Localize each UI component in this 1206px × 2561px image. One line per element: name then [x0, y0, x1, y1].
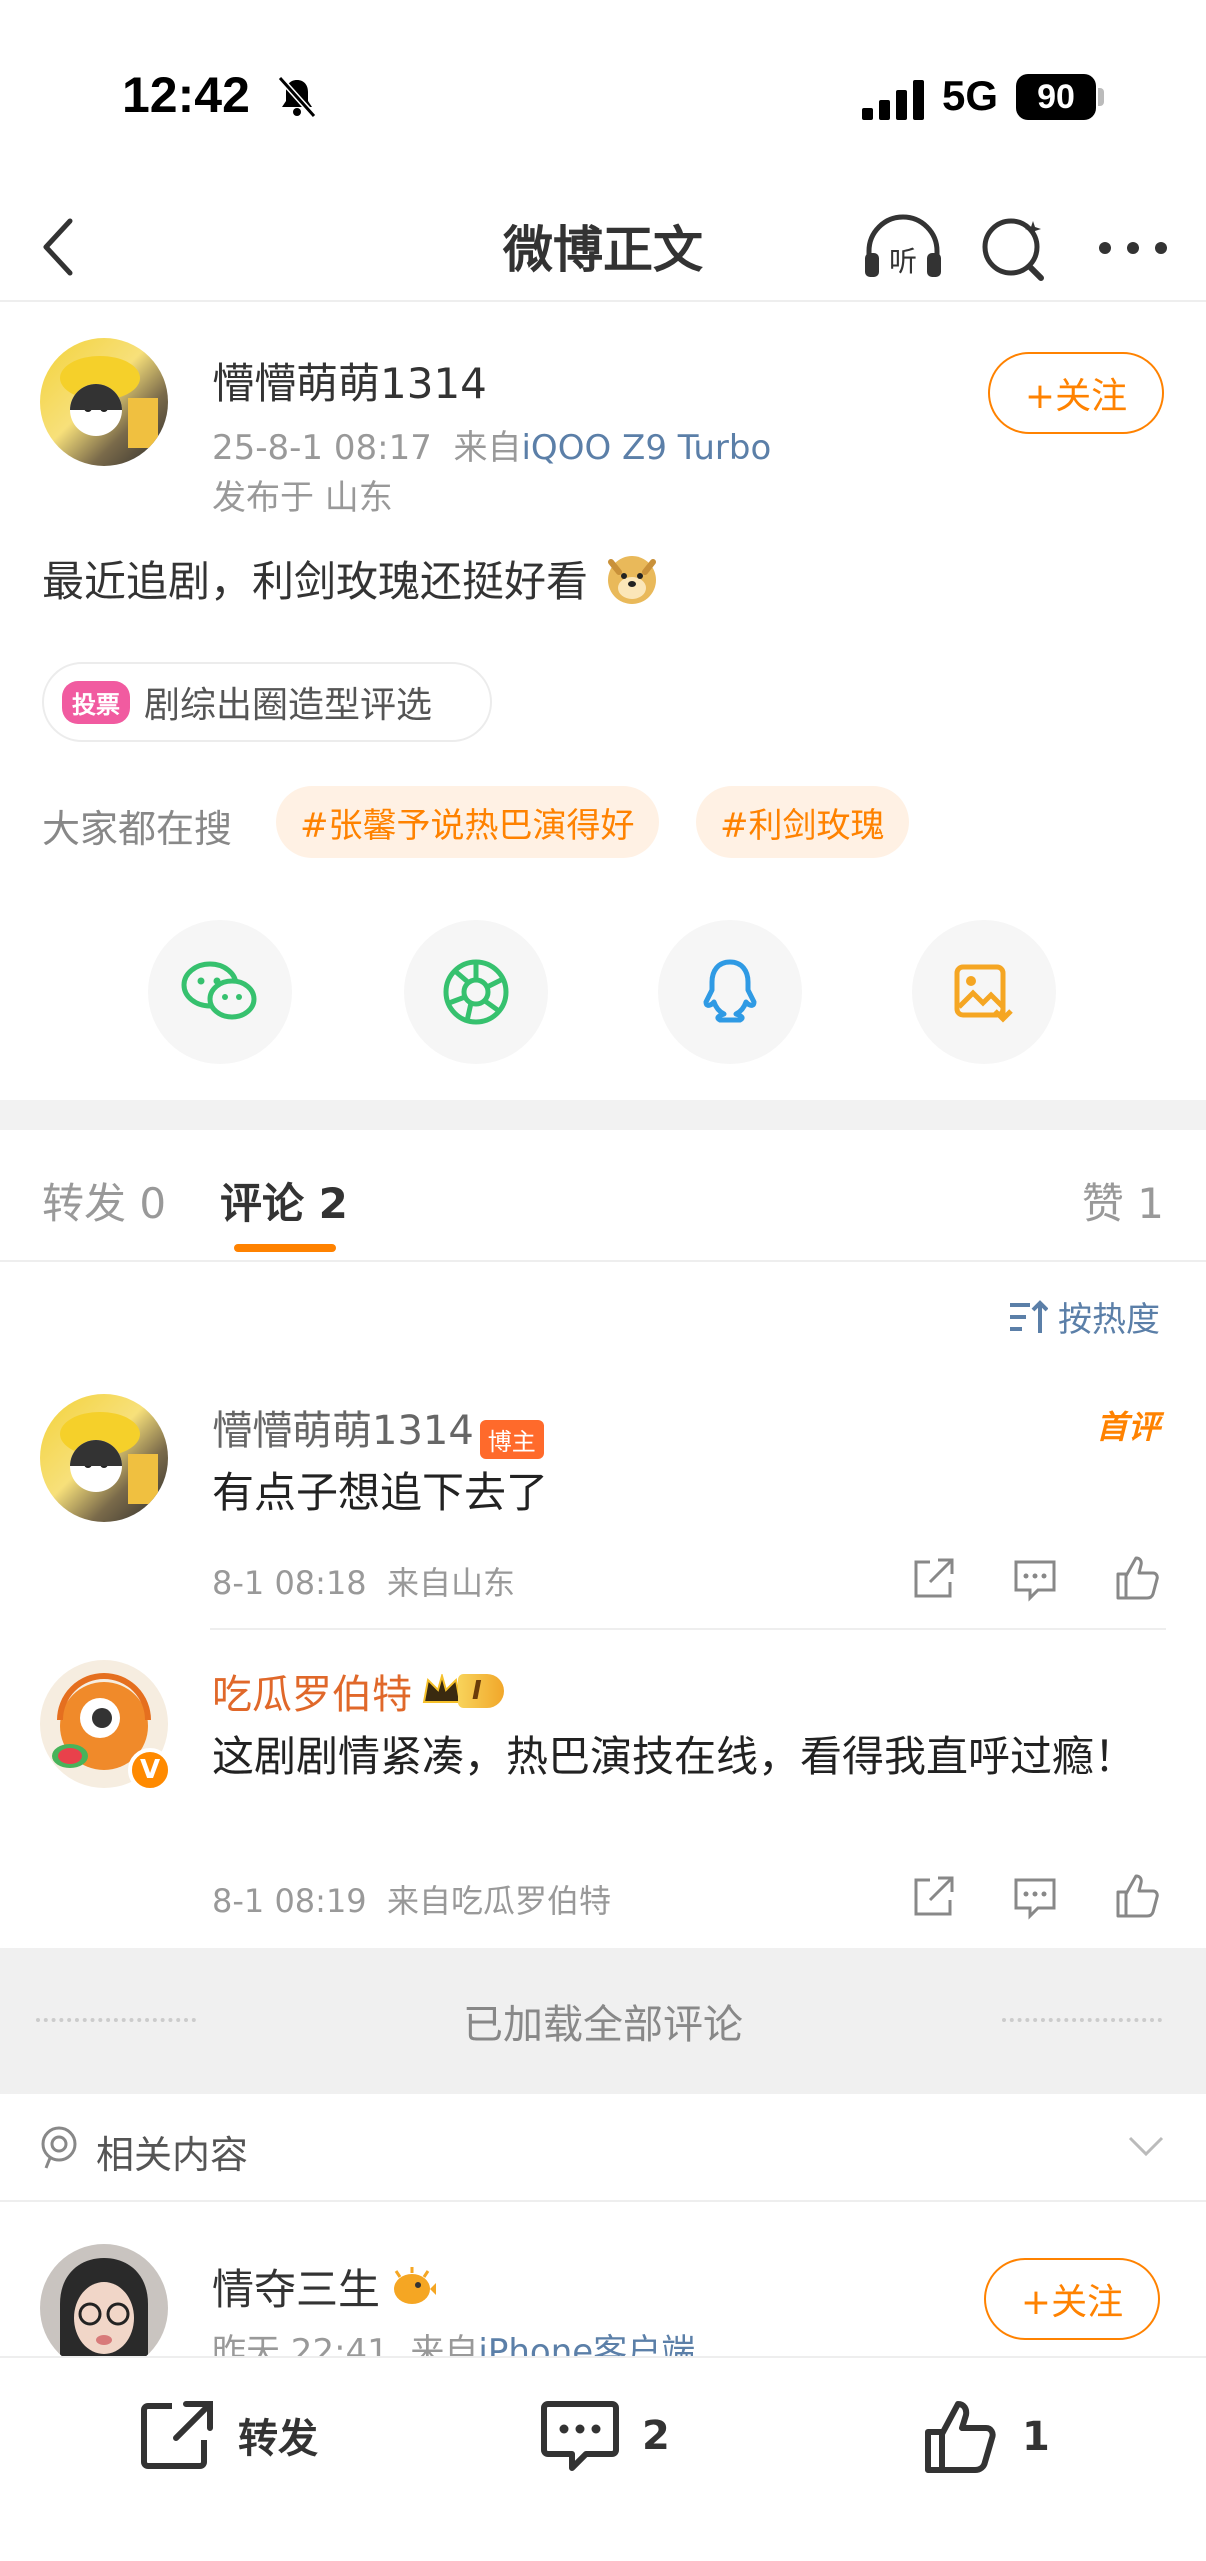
tab-likes[interactable]: 赞 1: [1082, 1170, 1164, 1231]
nav-bar: 微博正文 听: [0, 190, 1206, 302]
dotted-line-right: [1002, 2018, 1162, 2022]
listen-icon[interactable]: 听: [860, 210, 946, 286]
post-text: 最近追剧，利剑玫瑰还挺好看: [42, 548, 659, 609]
post-source-prefix: 来自: [453, 428, 522, 468]
trending-tag[interactable]: #利剑玫瑰: [696, 786, 909, 858]
share-moments-button[interactable]: [404, 920, 548, 1064]
comment-text: 这剧剧情紧凑，热巴演技在线，看得我直呼过瘾！: [212, 1732, 1137, 1781]
comment-author[interactable]: 吃瓜罗伯特: [212, 1662, 412, 1720]
comment-header: 懵懵萌萌1314 博主: [212, 1398, 544, 1459]
related-author-avatar[interactable]: [40, 2244, 168, 2372]
first-comment-badge: 首评: [1095, 1408, 1160, 1446]
related-label: 相关内容: [96, 2133, 249, 2177]
share-wechat-button[interactable]: [148, 920, 292, 1064]
comment-meta: 8-1 08:18 来自山东: [212, 1564, 516, 1602]
battery-icon: 90: [1016, 74, 1096, 120]
follow-button[interactable]: +关注: [988, 352, 1164, 434]
sort-button[interactable]: 按热度: [1008, 1292, 1160, 1341]
level-label: I: [458, 1674, 504, 1708]
vote-badge: 投票: [62, 680, 130, 724]
crown-icon: [422, 1674, 462, 1703]
status-time: 12:42: [122, 67, 250, 123]
vote-title: 剧综出圈造型评选: [144, 685, 433, 726]
post-location: 发布于 山东: [212, 478, 393, 518]
location-pin-icon: [41, 2126, 77, 2169]
like-count-button[interactable]: 1: [922, 2398, 1050, 2476]
sort-label: 按热度: [1058, 1300, 1160, 1340]
qq-icon: [703, 959, 757, 1023]
post-text-body: 最近追剧，利剑玫瑰还挺好看: [42, 557, 589, 606]
vote-chip[interactable]: 投票 剧综出圈造型评选: [42, 662, 492, 742]
repost-button[interactable]: 转发: [138, 2398, 318, 2472]
dotted-line-left: [36, 2018, 196, 2022]
search-icon[interactable]: [976, 210, 1052, 286]
network-type: 5G: [942, 72, 999, 119]
comment-header: 吃瓜罗伯特 I: [212, 1662, 504, 1720]
related-content-header[interactable]: 相关内容: [0, 2094, 1206, 2202]
crown-level-badge: I: [422, 1674, 504, 1708]
bell-muted-icon: [277, 75, 317, 119]
related-author-name[interactable]: 情夺三生: [212, 2256, 380, 2317]
tabs-border: [0, 1260, 1206, 1262]
trending-search-label: 大家都在搜: [42, 807, 233, 851]
comment-icon[interactable]: [1010, 1872, 1060, 1922]
share-icon[interactable]: [908, 1872, 958, 1922]
sort-icon: [1010, 1299, 1048, 1333]
save-image-button[interactable]: [912, 920, 1056, 1064]
like-count: 1: [1022, 2414, 1050, 2460]
tab-repost[interactable]: 转发 0: [42, 1170, 166, 1231]
tab-comments[interactable]: 评论 2: [220, 1170, 348, 1231]
post-device[interactable]: iQOO Z9 Turbo: [521, 428, 771, 468]
pufferfish-badge-icon: [394, 2266, 437, 2304]
post-date: 25-8-1 08:17: [212, 428, 432, 468]
like-icon[interactable]: [1112, 1870, 1162, 1920]
comment-avatar[interactable]: [40, 1394, 168, 1522]
section-divider: [0, 1100, 1206, 1130]
active-tab-indicator: [234, 1244, 336, 1252]
author-avatar[interactable]: [40, 338, 168, 466]
verified-badge-icon: V: [128, 1748, 172, 1792]
loaded-text: 已加载全部评论: [463, 2002, 743, 2048]
status-bar: 12:42 5G 90: [0, 0, 1206, 190]
doge-emoji-icon: [608, 556, 657, 604]
svg-text:听: 听: [889, 245, 917, 278]
blogger-badge: 博主: [479, 1420, 544, 1459]
trending-tag[interactable]: #张馨予说热巴演得好: [276, 786, 659, 858]
post-meta: 25-8-1 08:17 来自iQOO Z9 Turbo: [212, 420, 771, 469]
signal-icon: [862, 80, 924, 120]
comment-count: 2: [642, 2413, 670, 2459]
related-author-row: 情夺三生: [212, 2256, 437, 2317]
comment-author[interactable]: 懵懵萌萌1314: [212, 1408, 474, 1454]
chevron-down-icon[interactable]: [1126, 2134, 1166, 2160]
share-icon[interactable]: [908, 1554, 958, 1604]
author-name[interactable]: 懵懵萌萌1314: [212, 350, 487, 411]
comment-icon[interactable]: [1010, 1554, 1060, 1604]
battery-tip: [1098, 88, 1104, 106]
comment-count-button[interactable]: 2: [540, 2398, 670, 2474]
repost-icon: [141, 2401, 213, 2469]
comment-text: 有点子想追下去了: [212, 1468, 549, 1517]
repost-label: 转发: [238, 2416, 318, 2462]
moments-icon: [443, 959, 509, 1025]
wechat-icon: [181, 961, 257, 1020]
follow-button[interactable]: +关注: [984, 2258, 1160, 2340]
comment-separator: [210, 1628, 1166, 1630]
more-icon[interactable]: [1090, 220, 1176, 276]
save-image-icon: [954, 964, 1013, 1023]
comment-bubble-icon: [541, 2401, 619, 2471]
thumbs-up-icon: [925, 2401, 996, 2473]
bottom-action-bar: 转发 2 1: [0, 2356, 1206, 2561]
comment-meta: 8-1 08:19 来自吃瓜罗伯特: [212, 1882, 612, 1920]
share-qq-button[interactable]: [658, 920, 802, 1064]
like-icon[interactable]: [1112, 1552, 1162, 1602]
